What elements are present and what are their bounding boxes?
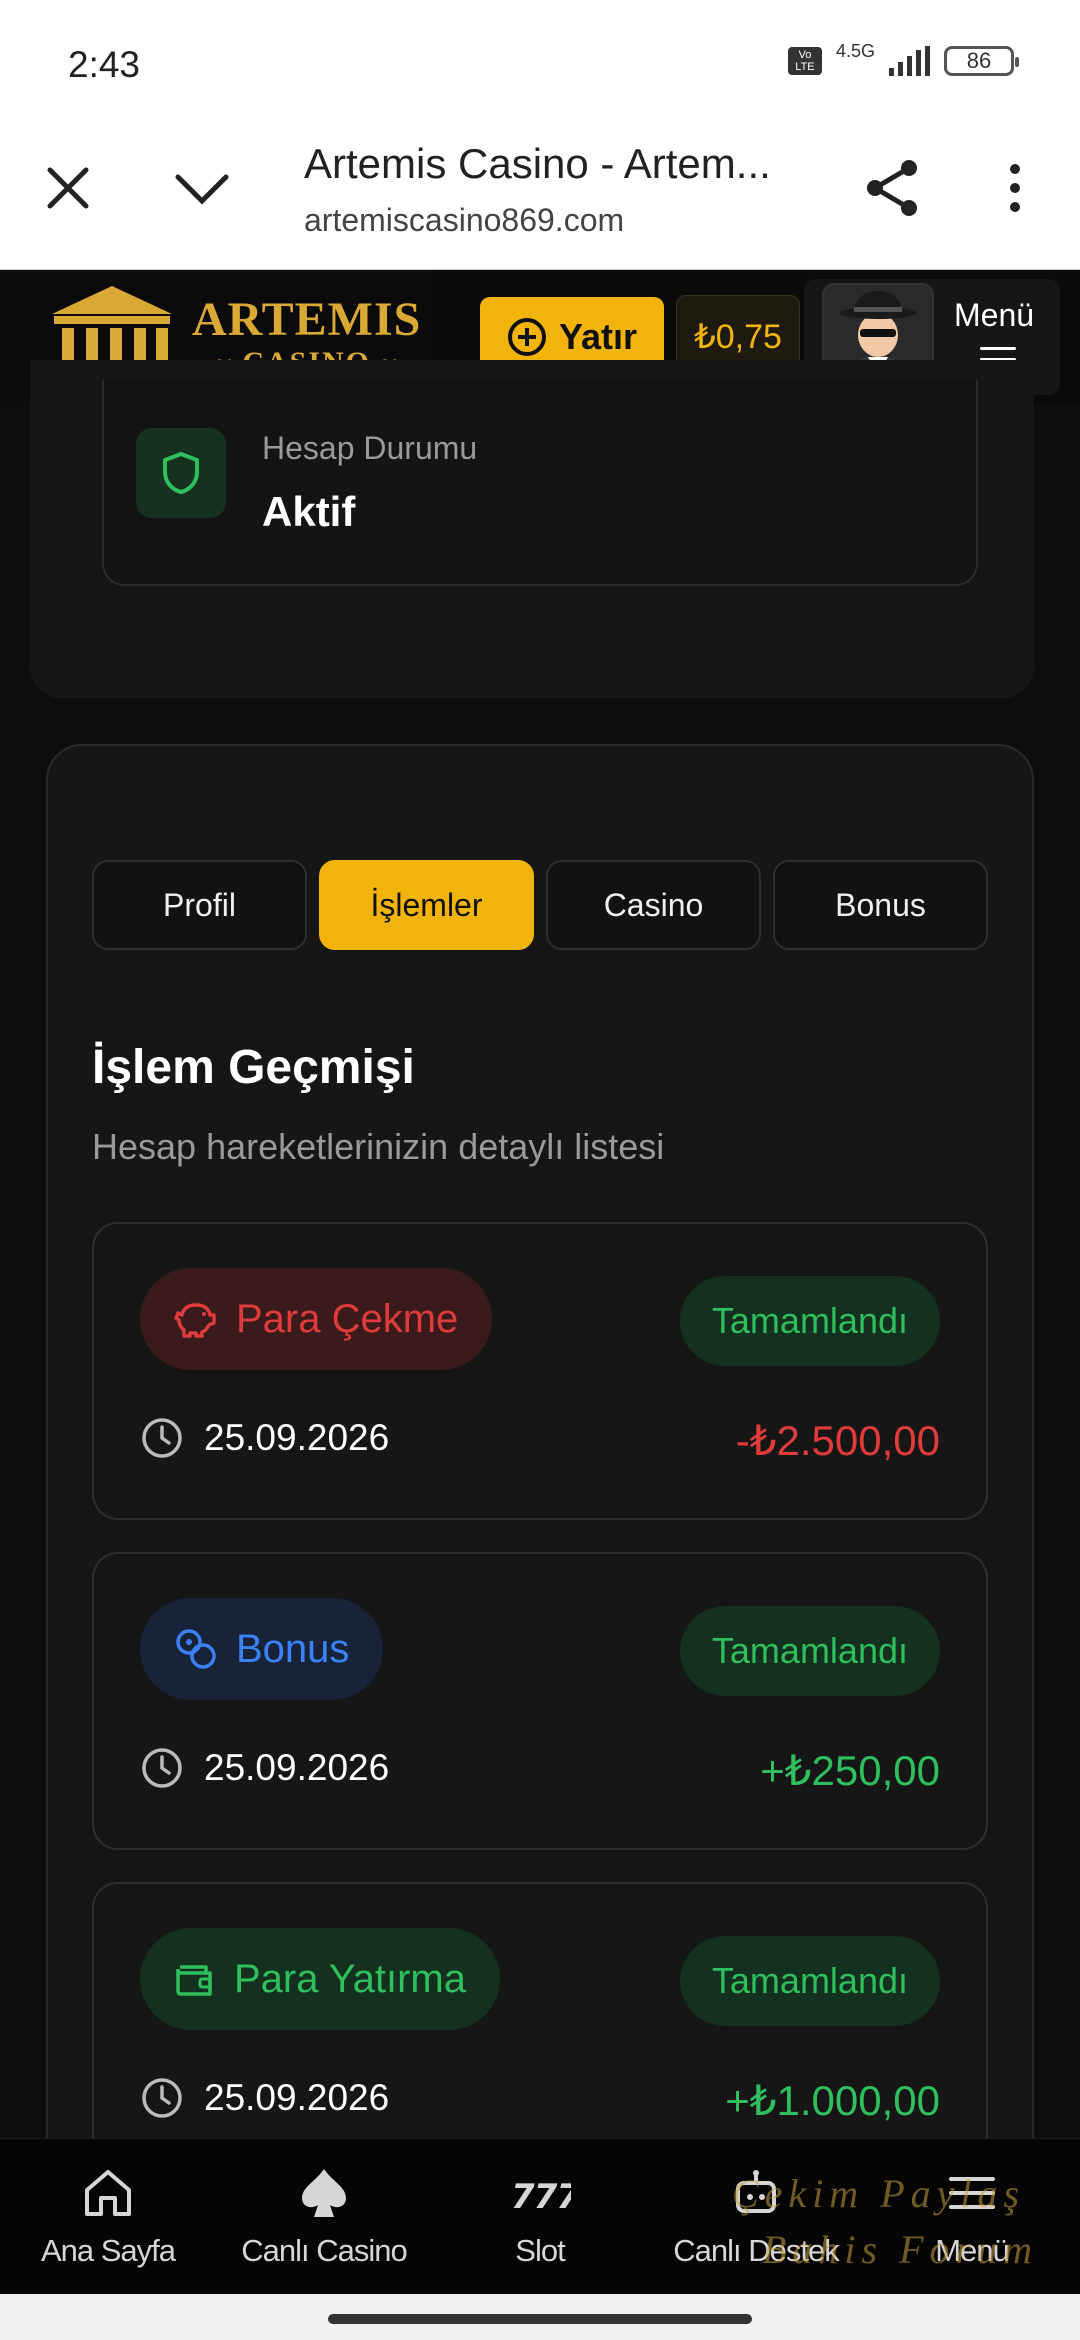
clock-icon <box>142 2078 182 2118</box>
plus-circle-icon <box>507 318 546 356</box>
tab-profil[interactable]: Profil <box>92 860 307 950</box>
slot-777-icon: 777 <box>509 2163 571 2223</box>
account-status-value: Aktif <box>262 488 356 535</box>
close-tab-button[interactable] <box>40 160 96 216</box>
watermark-line-2: Bahis Forum <box>762 2227 1038 2272</box>
transaction-amount: +₺1.000,00 <box>725 2077 940 2124</box>
transaction-date: 25.09.2026 <box>140 1746 389 1790</box>
tab-bonus[interactable]: Bonus <box>773 860 988 950</box>
deposit-label: Yatır <box>558 316 638 357</box>
browser-toolbar: Artemis Casino - Artem... artemiscasino8… <box>0 130 1080 270</box>
transaction-type: Para Yatırma <box>234 1956 466 2001</box>
status-bar: 2:43 Vo LTE 4.5G 86 <box>0 0 1080 130</box>
status-badge: Tamamlandı <box>679 1276 940 1366</box>
section-title: İşlem Geçmişi <box>92 1041 415 1094</box>
network-type: 4.5G <box>835 40 875 61</box>
section-subtitle: Hesap hareketlerinizin detaylı listesi <box>92 1126 665 1167</box>
shield-badge <box>136 428 226 518</box>
transaction-card[interactable]: Bonus Tamamlandı 25.09.2026 +₺250,00 <box>92 1552 988 1850</box>
status-icons: Vo LTE 4.5G 86 <box>787 41 1019 76</box>
home-icon <box>81 2163 135 2223</box>
clock-icon <box>142 1748 182 1788</box>
svg-text:777: 777 <box>511 2177 571 2217</box>
profile-tabs: Profil İşlemler Casino Bonus <box>92 860 988 950</box>
transaction-date-text: 25.09.2026 <box>204 1417 390 1458</box>
volte-icon: Vo LTE <box>787 47 822 75</box>
nav-ana-sayfa[interactable]: Ana Sayfa <box>0 2139 216 2294</box>
share-icon <box>867 160 917 216</box>
nav-label: Ana Sayfa <box>40 2233 176 2268</box>
transaction-type: Bonus <box>236 1626 350 1671</box>
transaction-date: 25.09.2026 <box>140 1416 389 1460</box>
more-vert-icon <box>1010 164 1020 212</box>
close-icon <box>47 167 89 209</box>
nav-label: Canlı Casino <box>241 2233 407 2268</box>
coins-icon <box>176 1629 216 1669</box>
transaction-card[interactable]: Para Çekme Tamamlandı 25.09.2026 -₺2.500… <box>92 1222 988 1520</box>
wallet-icon <box>176 1965 212 1996</box>
chevron-down-icon <box>175 174 229 205</box>
status-time: 2:43 <box>68 44 141 85</box>
account-status-label: Hesap Durumu <box>262 430 478 466</box>
more-options-button[interactable] <box>990 156 1040 220</box>
transaction-type-badge: Bonus <box>140 1598 384 1700</box>
tab-casino[interactable]: Casino <box>546 860 761 950</box>
account-status-card <box>102 380 978 586</box>
transaction-date-text: 25.09.2026 <box>204 2077 390 2118</box>
tab-islemler[interactable]: İşlemler <box>319 860 534 950</box>
transaction-type: Para Çekme <box>236 1296 459 1341</box>
signal-icon <box>889 46 930 76</box>
shield-icon <box>163 452 199 494</box>
watermark-line-1: Çekim Paylaş <box>732 2171 1026 2216</box>
transaction-date: 25.09.2026 <box>140 2076 389 2120</box>
home-gesture-bar[interactable] <box>328 2314 752 2324</box>
share-button[interactable] <box>860 156 924 220</box>
transaction-amount: +₺250,00 <box>760 1747 940 1794</box>
minimize-button[interactable] <box>172 160 232 216</box>
spade-icon <box>296 2163 352 2223</box>
transaction-type-badge: Para Çekme <box>140 1268 493 1370</box>
transaction-type-badge: Para Yatırma <box>140 1928 500 2030</box>
status-badge: Tamamlandı <box>679 1936 940 2026</box>
nav-label: Slot <box>515 2233 565 2268</box>
transaction-amount: -₺2.500,00 <box>735 1417 940 1464</box>
piggy-bank-icon <box>174 1303 216 1338</box>
forum-watermark: Çekim Paylaş Bahis Forum <box>732 2166 1038 2278</box>
battery-icon: 86 <box>944 46 1019 76</box>
transaction-date-text: 25.09.2026 <box>204 1747 390 1788</box>
nav-slot[interactable]: 777 Slot <box>432 2139 648 2294</box>
transaction-card[interactable]: Para Yatırma Tamamlandı 25.09.2026 +₺1.0… <box>92 1882 988 2180</box>
clock-icon <box>142 1418 182 1458</box>
logo-artemis: ARTEMIS <box>192 293 422 346</box>
page-title[interactable]: Artemis Casino - Artem... <box>304 140 824 188</box>
status-badge: Tamamlandı <box>679 1606 940 1696</box>
page-url[interactable]: artemiscasino869.com <box>304 202 624 239</box>
nav-canli-casino[interactable]: Canlı Casino <box>216 2139 432 2294</box>
menu-label: Menü <box>954 297 1035 333</box>
